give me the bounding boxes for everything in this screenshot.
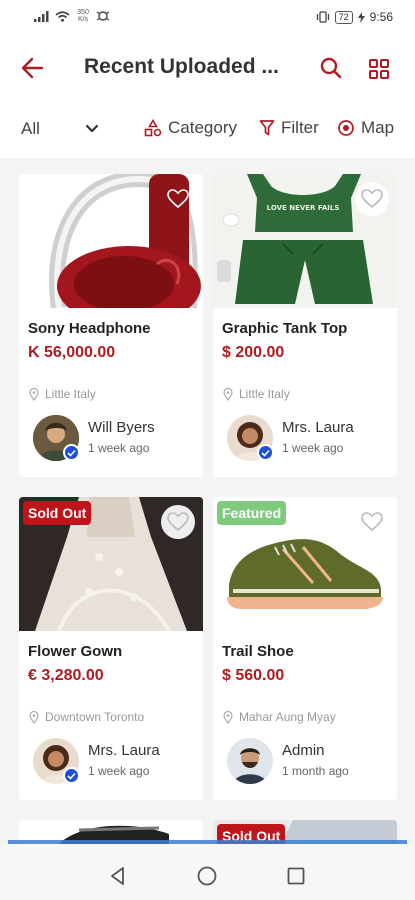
check-icon — [67, 772, 76, 780]
charging-icon — [357, 11, 365, 23]
map-button[interactable]: Map — [337, 118, 394, 138]
heart-outline-icon — [167, 189, 189, 209]
battery-indicator: 72 — [334, 10, 353, 24]
circle-home-icon — [197, 866, 217, 886]
back-button[interactable] — [14, 52, 50, 84]
system-nav-bar — [0, 844, 415, 900]
product-title: Graphic Tank Top — [222, 320, 348, 337]
page-title: Recent Uploaded ... — [84, 55, 279, 78]
product-location: Mahar Aung Myay — [223, 710, 336, 724]
heart-outline-icon — [167, 512, 189, 532]
filter-label: Filter — [281, 118, 319, 137]
grid-view-button[interactable] — [364, 54, 394, 84]
location-pin-icon — [223, 387, 233, 401]
status-left: 350 K/s — [34, 9, 110, 23]
screen: 350 K/s 72 9:56 Recent Uploaded ... All … — [0, 0, 415, 900]
product-image-headphone — [19, 174, 203, 308]
product-image-gown: Sold Out — [19, 497, 203, 631]
location-text: Mahar Aung Myay — [239, 710, 336, 724]
seller-name: Admin — [282, 742, 325, 759]
vibrate-icon — [316, 11, 329, 23]
product-location: Little Italy — [29, 387, 96, 401]
network-speed: 350 K/s — [75, 9, 91, 23]
nav-back-button[interactable] — [106, 864, 130, 888]
all-dropdown-label: All — [21, 119, 40, 138]
check-icon — [261, 449, 270, 457]
location-pin-icon — [223, 710, 233, 724]
status-badge: Sold Out — [23, 501, 92, 525]
seller-name: Will Byers — [88, 419, 155, 436]
favorite-button[interactable] — [355, 182, 389, 216]
location-pin-icon — [29, 387, 39, 401]
category-label: Category — [168, 118, 237, 137]
seller-name: Mrs. Laura — [88, 742, 160, 759]
category-shapes-icon — [144, 119, 162, 137]
product-image-shoe: Featured — [213, 497, 397, 631]
product-title: Trail Shoe — [222, 643, 294, 660]
posted-time: 1 week ago — [88, 441, 150, 455]
product-title: Sony Headphone — [28, 320, 151, 337]
location-text: Little Italy — [239, 387, 290, 401]
posted-time: 1 month ago — [282, 764, 349, 778]
product-card[interactable]: Sony Headphone K 56,000.00 Little Italy — [19, 174, 203, 477]
product-location: Downtown Toronto — [29, 710, 144, 724]
map-target-icon — [338, 120, 354, 136]
location-text: Downtown Toronto — [45, 710, 145, 724]
favorite-button[interactable] — [161, 505, 195, 539]
verified-badge — [63, 767, 80, 784]
product-image-tank-top: LOVE NEVER FAILS — [213, 174, 397, 308]
avatar — [227, 738, 273, 784]
product-price: € 3,280.00 — [28, 667, 104, 684]
filter-row: All Category Filter Map — [0, 102, 415, 158]
nav-home-button[interactable] — [195, 864, 219, 888]
verified-badge — [63, 444, 80, 461]
nav-recents-button[interactable] — [284, 864, 308, 888]
search-button[interactable] — [316, 54, 346, 84]
product-price: $ 560.00 — [222, 667, 285, 684]
square-recents-icon — [287, 867, 305, 885]
check-icon — [67, 449, 76, 457]
product-price: $ 200.00 — [222, 344, 285, 361]
seller-name: Mrs. Laura — [282, 419, 354, 436]
heart-outline-icon — [361, 189, 383, 209]
product-card[interactable]: Sold Out Flower Gown € 3,280.00 Downtown… — [19, 497, 203, 800]
product-card[interactable]: LOVE NEVER FAILS Graphic Tank Top $ 200.… — [213, 174, 397, 477]
signal-icon — [34, 10, 49, 22]
filter-funnel-icon — [259, 120, 275, 136]
wifi-icon — [55, 10, 70, 22]
map-label: Map — [361, 118, 395, 137]
filter-button[interactable]: Filter — [259, 118, 319, 138]
location-pin-icon — [29, 710, 39, 724]
favorite-button[interactable] — [161, 182, 195, 216]
heart-outline-icon — [361, 512, 383, 532]
grid-view-icon — [369, 59, 389, 79]
clock: 9:56 — [369, 10, 393, 24]
status-bar: 350 K/s 72 9:56 — [0, 0, 415, 34]
triangle-back-icon — [111, 867, 124, 885]
posted-time: 1 week ago — [282, 441, 344, 455]
search-icon — [320, 57, 342, 79]
arrow-left-icon — [21, 57, 44, 79]
product-location: Little Italy — [223, 387, 290, 401]
posted-time: 1 week ago — [88, 764, 150, 778]
favorite-button[interactable] — [355, 505, 389, 539]
location-text: Little Italy — [45, 387, 96, 401]
category-button[interactable]: Category — [144, 118, 237, 138]
product-price: K 56,000.00 — [28, 344, 116, 361]
product-card[interactable]: Featured Trail Shoe $ 560.00 Mahar Aung … — [213, 497, 397, 800]
print-text: LOVE NEVER FAILS — [267, 204, 340, 212]
app-bar: Recent Uploaded ... — [0, 34, 415, 102]
product-feed[interactable]: Sony Headphone K 56,000.00 Little Italy — [0, 158, 415, 844]
status-right: 72 9:56 — [316, 10, 393, 24]
product-title: Flower Gown — [28, 643, 123, 660]
notification-icon — [96, 11, 110, 21]
network-speed-value: 350 — [77, 9, 89, 16]
network-speed-unit: K/s — [77, 16, 89, 23]
chevron-down-icon — [85, 124, 99, 133]
verified-badge — [257, 444, 274, 461]
avatar-portrait — [227, 738, 273, 784]
all-dropdown[interactable]: All — [21, 119, 100, 139]
status-badge: Featured — [217, 501, 287, 525]
